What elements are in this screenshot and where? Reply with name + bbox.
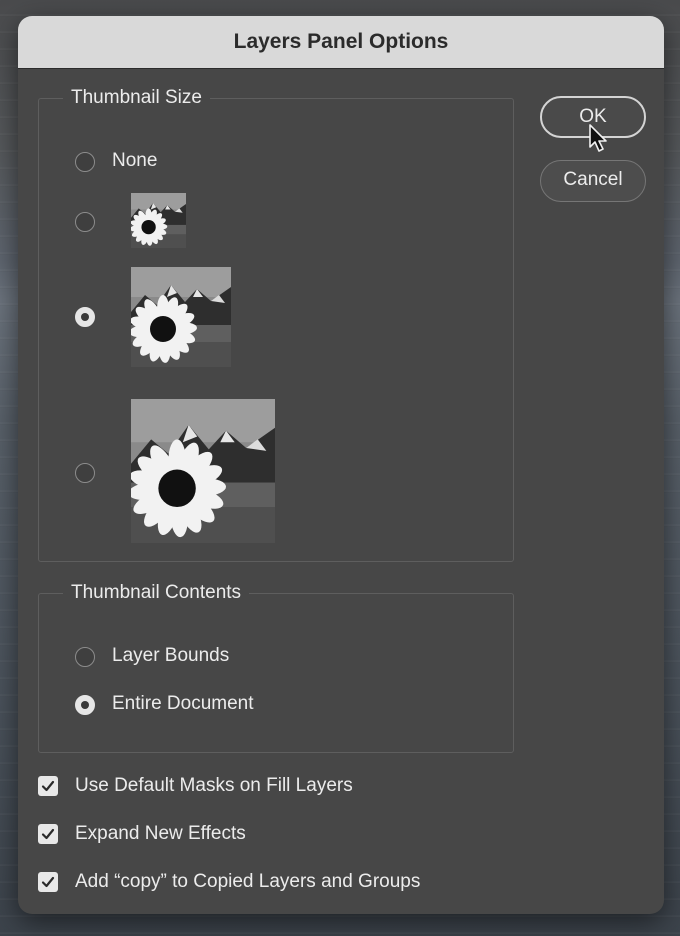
checkmark-icon: [41, 828, 55, 840]
thumbnail-contents-group: Thumbnail Contents Layer Bounds Entire D…: [38, 581, 514, 753]
add-copy-checkbox[interactable]: [38, 872, 58, 892]
thumbnail-contents-legend: Thumbnail Contents: [63, 581, 250, 605]
add-copy-label[interactable]: Add “copy” to Copied Layers and Groups: [75, 870, 420, 894]
entire-document-radio[interactable]: [75, 695, 95, 715]
entire-document-label[interactable]: Entire Document: [112, 692, 254, 716]
dialog-titlebar[interactable]: Layers Panel Options: [18, 16, 664, 69]
thumbnail-size-legend: Thumbnail Size: [63, 86, 210, 110]
thumbnail-size-medium-radio[interactable]: [75, 307, 95, 327]
checkmark-icon: [41, 780, 55, 792]
expand-new-effects-checkbox[interactable]: [38, 824, 58, 844]
sunflower-mountain-thumbnail-icon: [131, 267, 231, 367]
thumbnail-medium-preview[interactable]: [131, 267, 231, 367]
expand-new-effects-label[interactable]: Expand New Effects: [75, 822, 246, 846]
sunflower-mountain-thumbnail-icon: [131, 193, 186, 248]
thumbnail-large-preview[interactable]: [131, 399, 275, 543]
layer-bounds-radio[interactable]: [75, 647, 95, 667]
layers-panel-options-dialog: Layers Panel Options Thumbnail Size None: [18, 16, 664, 914]
use-default-masks-checkbox[interactable]: [38, 776, 58, 796]
thumbnail-size-none-radio[interactable]: [75, 152, 95, 172]
thumbnail-size-group: Thumbnail Size None: [38, 86, 514, 562]
layer-bounds-label[interactable]: Layer Bounds: [112, 644, 229, 668]
thumbnail-small-preview[interactable]: [131, 193, 186, 248]
sunflower-mountain-thumbnail-icon: [131, 399, 275, 543]
arrow-cursor-icon: [589, 124, 607, 152]
thumbnail-size-large-radio[interactable]: [75, 463, 95, 483]
dialog-title: Layers Panel Options: [233, 30, 449, 53]
cancel-button[interactable]: Cancel: [540, 160, 646, 202]
checkmark-icon: [41, 876, 55, 888]
use-default-masks-label[interactable]: Use Default Masks on Fill Layers: [75, 774, 353, 798]
thumbnail-size-none-label[interactable]: None: [112, 149, 157, 173]
thumbnail-size-small-radio[interactable]: [75, 212, 95, 232]
